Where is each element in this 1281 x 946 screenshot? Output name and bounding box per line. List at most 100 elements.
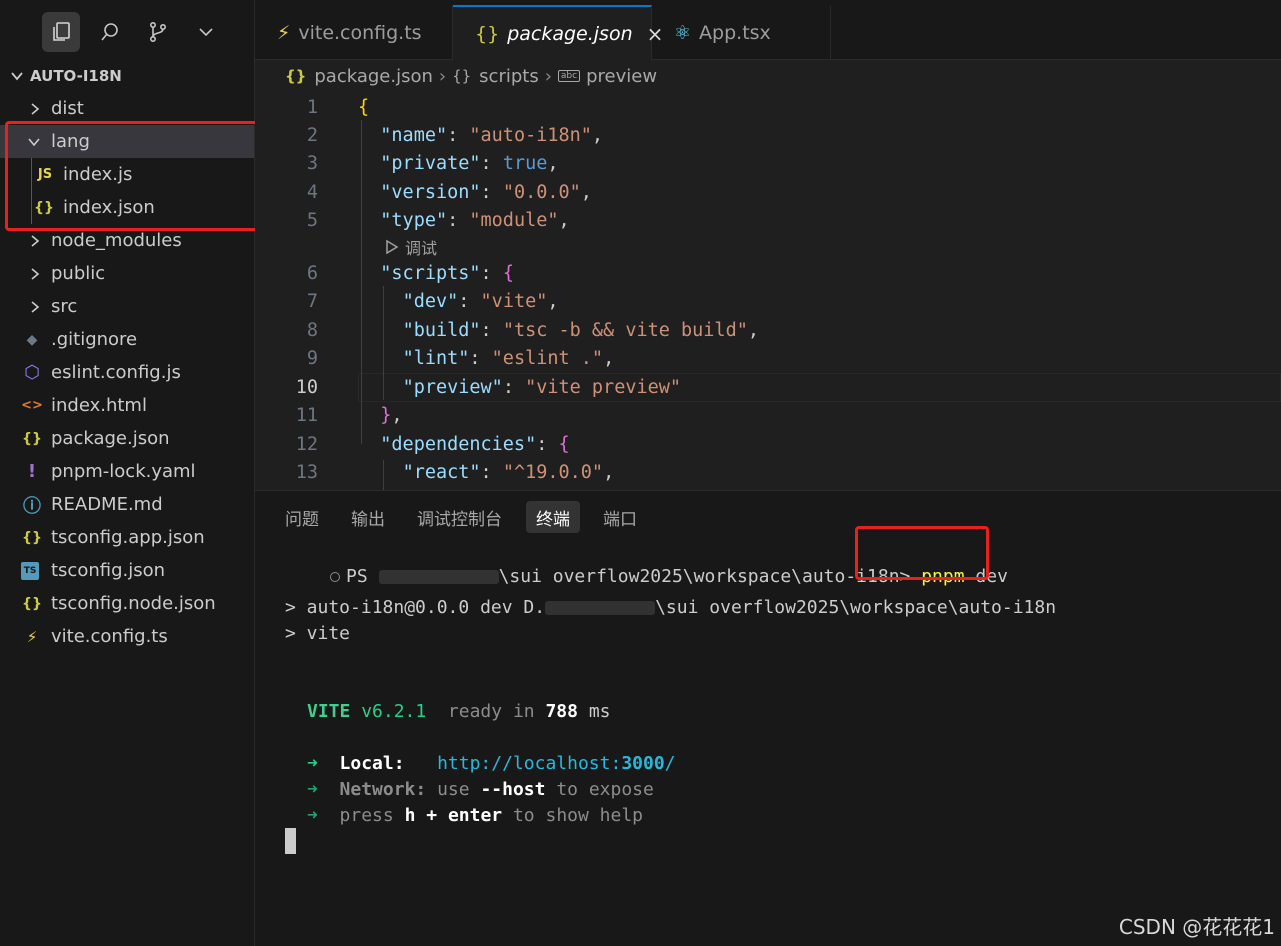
tree-item-label: dist (51, 98, 84, 119)
chevron-right-icon (27, 299, 43, 315)
tab-output[interactable]: 输出 (341, 501, 395, 533)
help-text: press (339, 805, 394, 826)
tree-file-index-json[interactable]: {} index.json (0, 191, 254, 224)
command-arg: dev (975, 566, 1008, 587)
vite-help-line: ➜ press h + enter to show help (307, 805, 643, 826)
tree-file-tsconfig[interactable]: TS tsconfig.json (0, 554, 254, 587)
code-line: "type": "module", (380, 210, 570, 231)
line-number: 6 (306, 263, 318, 284)
command-status-icon (330, 572, 341, 582)
explorer-icon[interactable] (42, 12, 80, 52)
tree-item-label: lang (51, 131, 90, 152)
terminal-cursor (285, 828, 296, 854)
codelens-label: 调试 (405, 239, 438, 258)
tree-file-index-js[interactable]: JS index.js (0, 158, 254, 191)
tab-debug-console[interactable]: 调试控制台 (407, 501, 512, 533)
code-line: "dev": "vite", (402, 291, 559, 312)
network-text: use (437, 779, 470, 800)
source-control-icon[interactable] (139, 12, 177, 52)
tree-folder-src[interactable]: src (0, 290, 254, 323)
tab-terminal[interactable]: 终端 (526, 501, 580, 533)
tree-file-gitignore[interactable]: ◆ .gitignore (0, 323, 254, 356)
tree-file-tsconfig-node[interactable]: {} tsconfig.node.json (0, 587, 254, 620)
line-number: 7 (306, 291, 318, 312)
code-line: "name": "auto-i18n", (380, 125, 604, 146)
line-number: 2 (306, 125, 318, 146)
object-icon: {} (452, 67, 472, 85)
json-file-icon: {} (22, 529, 42, 546)
tree-folder-public[interactable]: public (0, 257, 254, 290)
code-line: "preview": "vite preview" (402, 377, 682, 398)
line-number: 13 (295, 462, 318, 483)
json-file-icon: {} (34, 199, 54, 216)
breadcrumb: {} package.json › {} scripts › abc previ… (285, 62, 657, 90)
vite-ready-line: VITE v6.2.1 ready in 788 ms (307, 701, 611, 722)
tab-problems[interactable]: 问题 (275, 501, 329, 533)
breadcrumb-separator: › (438, 65, 447, 87)
watermark: CSDN @花花花1 (1118, 915, 1275, 939)
file-tree: dist lang JS index.js {} index.json node… (0, 92, 254, 653)
arrow-icon: ➜ (307, 753, 318, 774)
html-file-icon: <> (21, 398, 43, 413)
local-label: Local: (339, 753, 405, 774)
arrow-icon: ➜ (307, 779, 318, 800)
breadcrumb-item[interactable]: preview (586, 66, 657, 87)
tree-item-label: eslint.config.js (51, 362, 181, 383)
chevron-right-icon (27, 266, 43, 282)
play-icon (386, 239, 399, 255)
terminal[interactable]: 问题 输出 调试控制台 终端 端口 PS \sui overflow2025\w… (255, 491, 1281, 946)
tree-file-package-json[interactable]: {} package.json (0, 422, 254, 455)
tree-folder-dist[interactable]: dist (0, 92, 254, 125)
tree-file-vite-config[interactable]: ⚡ vite.config.ts (0, 620, 254, 653)
code-editor[interactable]: 1 2 3 4 5 6 7 8 9 10 11 12 13 { "name": … (255, 92, 1281, 490)
tab-ports[interactable]: 端口 (593, 501, 647, 533)
local-url-prefix: http://localhost: (437, 753, 622, 774)
tree-item-label: node_modules (51, 230, 182, 251)
tree-item-label: package.json (51, 428, 170, 449)
tree-item-label: README.md (51, 494, 163, 515)
eslint-file-icon: ⬡ (24, 362, 40, 383)
arrow-icon: ➜ (307, 805, 318, 826)
tree-folder-lang[interactable]: lang (0, 125, 254, 158)
help-plus: + (426, 805, 438, 826)
codelens-debug[interactable]: 调试 (385, 235, 437, 259)
tree-item-label: index.js (63, 164, 133, 185)
tab-package-json[interactable]: {} package.json × (453, 5, 663, 60)
tree-file-index-html[interactable]: <> index.html (0, 389, 254, 422)
network-flag: --host (480, 779, 546, 800)
js-file-icon: JS (37, 167, 53, 182)
ready-text: ready in (447, 701, 535, 722)
tree-file-pnpm-lock[interactable]: ! pnpm-lock.yaml (0, 455, 254, 488)
breadcrumb-item[interactable]: scripts (479, 66, 539, 87)
vite-version: v6.2.1 (361, 701, 427, 722)
breadcrumb-item[interactable]: package.json (314, 66, 433, 87)
chevron-down-icon (11, 72, 23, 81)
chevron-down-icon[interactable] (187, 12, 225, 52)
tab-label: vite.config.ts (298, 22, 422, 44)
help-key: enter (447, 805, 503, 826)
tab-label: App.tsx (699, 22, 771, 44)
info-file-icon: ⓘ (23, 495, 41, 517)
code-line: "lint": "eslint .", (402, 348, 615, 369)
terminal-output-line: > auto-i18n@0.0.0 dev D. \sui overflow202… (285, 597, 1056, 618)
local-url[interactable]: http://localhost:3000/ (437, 753, 675, 774)
tree-file-tsconfig-app[interactable]: {} tsconfig.app.json (0, 521, 254, 554)
yaml-file-icon: ! (27, 461, 37, 482)
code-line: "build": "tsc -b && vite build", (402, 320, 759, 341)
code-line: }, (380, 405, 403, 426)
run-line-prefix: > auto-i18n@0.0.0 dev D. (285, 597, 546, 618)
prompt-prefix: PS (346, 566, 368, 587)
tree-file-eslint-config[interactable]: ⬡ eslint.config.js (0, 356, 254, 389)
tree-file-readme[interactable]: ⓘ README.md (0, 488, 254, 521)
json-file-icon: {} (475, 22, 500, 45)
tree-folder-node-modules[interactable]: node_modules (0, 224, 254, 257)
react-file-icon: ⚛ (674, 22, 692, 44)
prompt-path: \sui overflow2025\workspace\auto-i18n> (498, 566, 911, 587)
tab-app-tsx[interactable]: ⚛ App.tsx (652, 6, 831, 60)
code-line: "react": "^19.0.0", (402, 462, 615, 483)
tab-vite-config[interactable]: ⚡ vite.config.ts (255, 6, 453, 60)
search-icon[interactable] (91, 12, 129, 52)
vite-file-icon: ⚡ (277, 22, 291, 44)
explorer-root-header[interactable]: AUTO-I18N (0, 62, 254, 90)
code-line: { (358, 97, 370, 118)
